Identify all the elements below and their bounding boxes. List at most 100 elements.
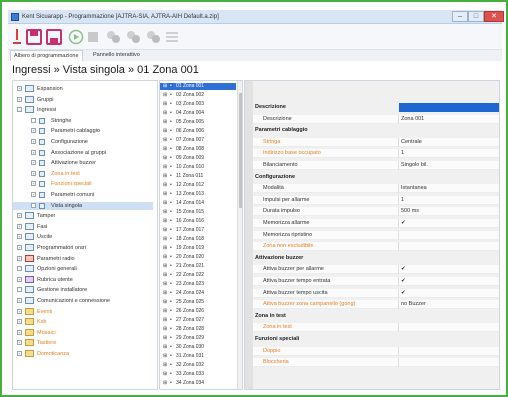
property-row[interactable]: Durata impulso 500 ms (253, 207, 499, 217)
property-row[interactable]: Bilanciamento Singolo bil. (253, 161, 499, 170)
expand-icon[interactable]: ⊞ (163, 227, 167, 234)
tree-item[interactable]: + Comunicazioni e connessione (13, 297, 153, 305)
expand-icon[interactable] (31, 117, 36, 123)
expand-icon[interactable]: ⊞ (163, 146, 167, 153)
zone-item[interactable]: ⊞ • 16 Zona 016 (160, 218, 236, 225)
tab-interactive-panel[interactable]: Pannello interattivo (90, 50, 143, 61)
tree-item[interactable]: Opzioni generali (13, 265, 153, 273)
expand-icon[interactable]: ⊞ (163, 200, 167, 207)
expand-icon[interactable]: + (31, 192, 36, 197)
expand-icon[interactable]: + (17, 308, 22, 314)
zone-item[interactable]: ⊞ • 27 Zona 027 (160, 317, 236, 324)
expand-icon[interactable] (17, 287, 22, 293)
tab-programming-tree[interactable]: Albero di programmazione (10, 50, 83, 61)
expand-icon[interactable]: ⊞ (163, 290, 167, 297)
property-row[interactable]: Attiva buzzer per allarme ✔ (253, 265, 499, 275)
zone-item[interactable]: ⊞ • 12 Zona 012 (160, 182, 236, 189)
zone-item[interactable]: ⊞ • 17 Zona 017 (160, 227, 236, 234)
tree-item[interactable]: + Tastiere (13, 339, 153, 347)
zone-item[interactable]: ⊞ • 21 Zona 021 (160, 263, 236, 270)
expand-icon[interactable]: ⊞ (163, 344, 167, 351)
zone-item[interactable]: ⊞ • 32 Zona 032 (160, 362, 236, 369)
property-value[interactable]: no Buzzer (401, 300, 426, 309)
zone-item[interactable]: ⊞ • 22 Zona 022 (160, 272, 236, 279)
sync-icon[interactable] (144, 28, 162, 45)
expand-icon[interactable]: ⊞ (163, 128, 167, 135)
expand-icon[interactable]: + (17, 329, 22, 335)
expand-icon[interactable]: + (17, 213, 22, 219)
expand-icon[interactable]: + (31, 170, 36, 176)
expand-icon[interactable]: + (17, 276, 22, 282)
property-row[interactable]: Stringa Centrale (253, 137, 499, 147)
zone-item[interactable]: ⊞ • 31 Zona 031 (160, 353, 236, 360)
tree-item[interactable]: + Mosaici (13, 328, 153, 337)
property-value[interactable]: Singolo bil. (401, 161, 428, 170)
zone-item[interactable]: ⊞ • 23 Zona 023 (160, 281, 236, 288)
expand-icon[interactable]: ⊞ (163, 191, 167, 198)
new-icon[interactable] (12, 28, 22, 45)
tree-item[interactable]: + Configurazione (13, 138, 153, 146)
property-value[interactable]: Zona 001 (401, 115, 424, 124)
expand-icon[interactable]: ⊞ (163, 326, 167, 333)
expand-icon[interactable]: ⊞ (163, 308, 167, 315)
expand-icon[interactable]: + (17, 223, 22, 229)
zone-item[interactable]: ⊞ • 07 Zona 007 (160, 137, 236, 144)
property-row[interactable]: Modalità Istantanea (253, 184, 499, 194)
zone-item[interactable]: ⊞ • 19 Zona 019 (160, 245, 236, 252)
expand-icon[interactable]: + (17, 96, 22, 102)
expand-icon[interactable]: ⊞ (163, 245, 167, 252)
property-row[interactable]: Zona in test (253, 323, 499, 333)
zone-item[interactable]: ⊞ • 30 Zona 030 (160, 344, 236, 351)
tree-item[interactable]: + Zona in test (13, 170, 153, 178)
expand-icon[interactable]: ⊞ (163, 92, 167, 99)
expand-icon[interactable]: + (17, 255, 22, 261)
property-row[interactable]: Zona non escludibile (253, 242, 499, 252)
tree-item[interactable]: + Programmatori orari (13, 244, 153, 252)
tree-item[interactable]: + Ksb (13, 318, 153, 326)
close-button[interactable]: ✕ (484, 11, 504, 22)
property-row[interactable]: Indirizzo base occupato 1 (253, 149, 499, 159)
expand-icon[interactable]: + (17, 351, 22, 356)
property-value[interactable]: 500 ms (401, 207, 419, 216)
property-row[interactable]: Memorizza ripristino (253, 230, 499, 240)
tree-item[interactable]: + Rubrica utente (13, 275, 153, 284)
property-value[interactable]: ✔ (401, 265, 406, 274)
zone-item[interactable]: ⊞ • 14 Zona 014 (160, 200, 236, 207)
stop-icon[interactable] (87, 28, 99, 45)
expand-icon[interactable]: ⊞ (163, 380, 167, 387)
expand-icon[interactable]: ⊞ (163, 182, 167, 189)
tree-item[interactable]: + Fasi (13, 222, 153, 231)
zone-item[interactable]: ⊞ • 03 Zona 003 (160, 101, 236, 108)
tree-item[interactable]: + Domoticanza (13, 350, 153, 358)
expand-icon[interactable]: + (17, 340, 22, 346)
expand-icon[interactable]: + (31, 181, 36, 187)
expand-icon[interactable]: ⊞ (163, 263, 167, 270)
zone-item[interactable]: ⊞ • 06 Zona 006 (160, 128, 236, 135)
scrollbar-thumb[interactable] (239, 93, 242, 208)
property-value[interactable]: 1 (401, 196, 404, 205)
connect-icon[interactable] (67, 28, 85, 45)
expand-icon[interactable]: + (31, 149, 36, 155)
zone-item[interactable]: ⊞ • 25 Zona 025 (160, 299, 236, 306)
expand-icon[interactable]: ⊞ (163, 335, 167, 342)
zone-item[interactable]: ⊞ • 09 Zona 009 (160, 155, 236, 162)
tree-item[interactable]: + Parametri cablaggio (13, 127, 153, 135)
zone-item[interactable]: ⊞ • 20 Zona 020 (160, 254, 236, 261)
property-row[interactable]: Attiva buzzer zona campanello (gong) no B… (253, 300, 499, 310)
zone-item[interactable]: ⊞ • 24 Zona 024 (160, 290, 236, 297)
expand-icon[interactable]: ⊞ (163, 371, 167, 378)
tree-item[interactable]: + Parametri radio (13, 254, 153, 263)
expand-icon[interactable]: ⊞ (163, 317, 167, 324)
expand-icon[interactable]: ⊞ (163, 101, 167, 108)
property-value[interactable]: ✔ (401, 289, 406, 298)
save-as-icon[interactable] (45, 28, 63, 45)
expand-icon[interactable]: + (17, 234, 22, 240)
zone-item[interactable]: ⊞ • 05 Zona 005 (160, 119, 236, 126)
expand-icon[interactable]: ⊞ (163, 110, 167, 117)
zone-item[interactable]: ⊞ • 08 Zona 008 (160, 146, 236, 153)
expand-icon[interactable]: + (31, 128, 36, 134)
download-icon[interactable] (124, 28, 142, 45)
expand-icon[interactable] (31, 202, 36, 208)
save-icon[interactable] (25, 28, 43, 45)
zone-list-scrollbar[interactable] (237, 81, 242, 389)
